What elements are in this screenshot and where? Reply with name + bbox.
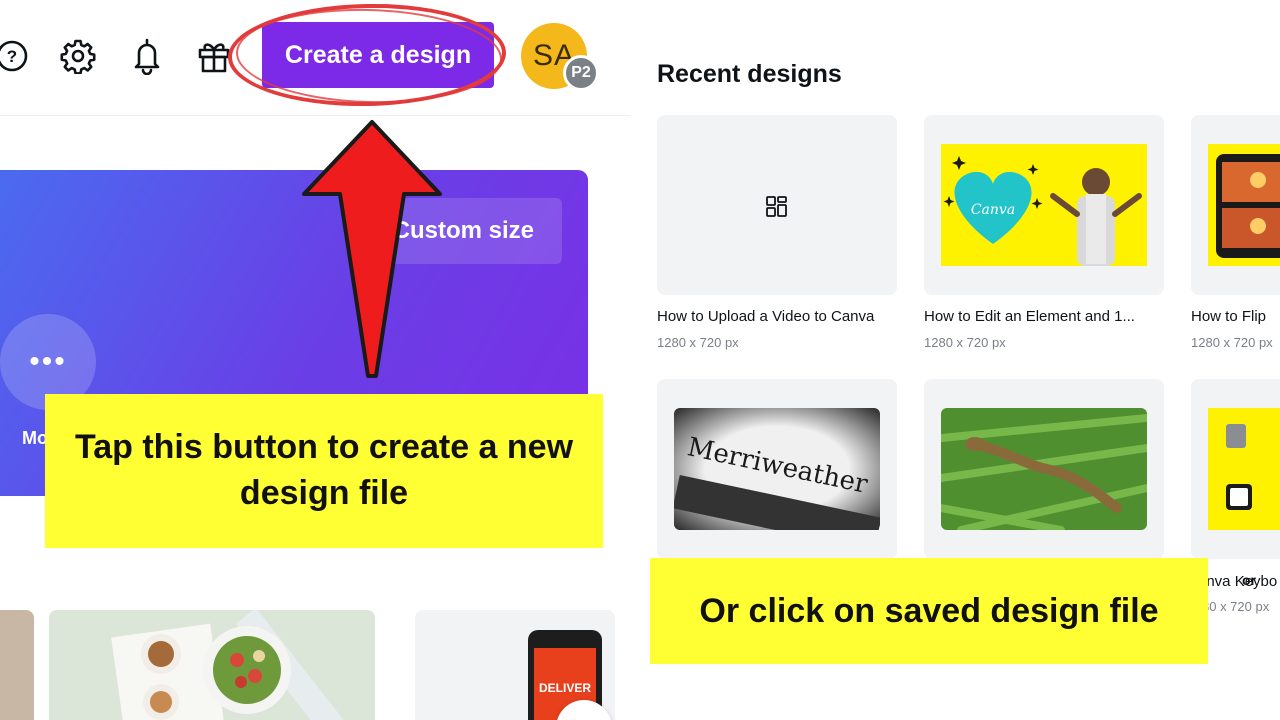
lizard-thumbnail [941, 408, 1147, 530]
design-name-1[interactable]: How to Upload a Video to Canva [657, 308, 874, 325]
design-thumbnail-6[interactable] [1191, 379, 1280, 559]
design-size-6: 80 x 720 px [1202, 599, 1270, 614]
annotation-arrow [302, 120, 442, 378]
design-name-6[interactable]: anva Keybo [1198, 573, 1277, 590]
avatar-badge: P2 [563, 55, 599, 91]
annotation-callout-left: Tap this button to create a new design f… [45, 394, 603, 548]
design-size-3: 1280 x 720 px [1191, 335, 1273, 350]
svg-text:?: ? [7, 47, 17, 66]
bell-icon[interactable] [127, 36, 167, 76]
food-illustration [49, 610, 375, 720]
gear-icon[interactable] [58, 36, 98, 76]
annotation-callout-right: Or click on saved design file [650, 558, 1208, 664]
template-card-food[interactable] [49, 610, 375, 720]
design-size-1: 1280 x 720 px [657, 335, 739, 350]
design-thumbnail-5[interactable] [924, 379, 1164, 559]
flip-thumbnail [1208, 144, 1280, 266]
template-grid-icon [766, 196, 787, 217]
design-thumbnail-2[interactable]: Canva [924, 115, 1164, 295]
design-thumbnail-3[interactable] [1191, 115, 1280, 295]
design-thumbnail-4[interactable]: Merriweather [657, 379, 897, 559]
recent-designs-title: Recent designs [657, 60, 842, 88]
question-circle-icon[interactable]: ? [0, 36, 32, 76]
merriweather-thumbnail: Merriweather [674, 408, 880, 530]
keyboard-thumbnail [1208, 408, 1280, 530]
design-name-3[interactable]: How to Flip [1191, 308, 1266, 325]
template-card[interactable] [0, 610, 34, 720]
design-name-2[interactable]: How to Edit an Element and 1... [924, 308, 1135, 325]
design-size-2: 1280 x 720 px [924, 335, 1006, 350]
canva-heart-thumbnail: Canva [941, 144, 1147, 266]
canva-thumb-text: Canva [971, 202, 1015, 218]
design-thumbnail-1[interactable] [657, 115, 897, 295]
left-panel: ? Create a design SA P2 Custom size ••• … [0, 0, 630, 720]
